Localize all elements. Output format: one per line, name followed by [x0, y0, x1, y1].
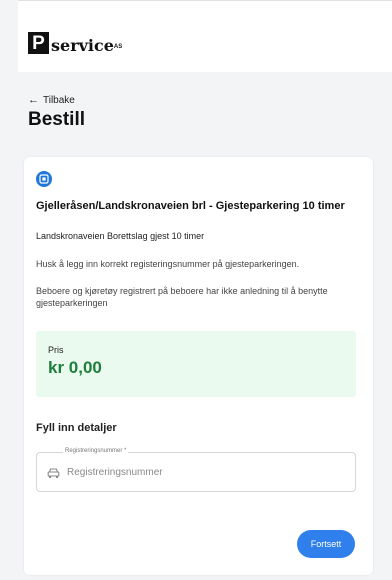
logo-wordmark: serviceAS	[51, 38, 122, 54]
logo-mark: P	[28, 32, 49, 54]
product-subtitle: Landskronaveien Borettslag gjest 10 time…	[36, 231, 205, 241]
registration-input[interactable]	[67, 462, 337, 482]
car-icon	[47, 466, 60, 478]
logo-suffix: AS	[113, 44, 123, 50]
order-card: Gjelleråsen/Landskronaveien brl - Gjeste…	[24, 157, 373, 575]
registration-note: Husk å legg inn korrekt registeringsnumm…	[36, 259, 300, 269]
details-heading: Fyll inn detaljer	[36, 422, 117, 434]
header: P serviceAS	[18, 0, 392, 72]
back-link[interactable]: ← Tilbake	[28, 94, 75, 106]
product-title: Gjelleråsen/Landskronaveien brl - Gjeste…	[36, 200, 345, 212]
residents-note: Beboere og kjøretøy registrert på beboer…	[36, 286, 328, 308]
pservice-logo[interactable]: P serviceAS	[28, 32, 122, 54]
back-label: Tilbake	[43, 94, 75, 106]
price-box: Pris kr 0,00	[36, 331, 356, 397]
continue-button[interactable]: Fortsett	[297, 530, 355, 558]
registration-field[interactable]: Registreringsnummer *	[36, 448, 356, 492]
logo-word: service	[51, 36, 114, 55]
price-label: Pris	[48, 345, 64, 355]
arrow-left-icon: ←	[28, 94, 39, 106]
registration-field-legend: Registreringsnummer *	[63, 448, 129, 454]
price-value: kr 0,00	[48, 358, 102, 377]
parking-icon	[36, 171, 52, 187]
page-title: Bestill	[28, 109, 86, 130]
